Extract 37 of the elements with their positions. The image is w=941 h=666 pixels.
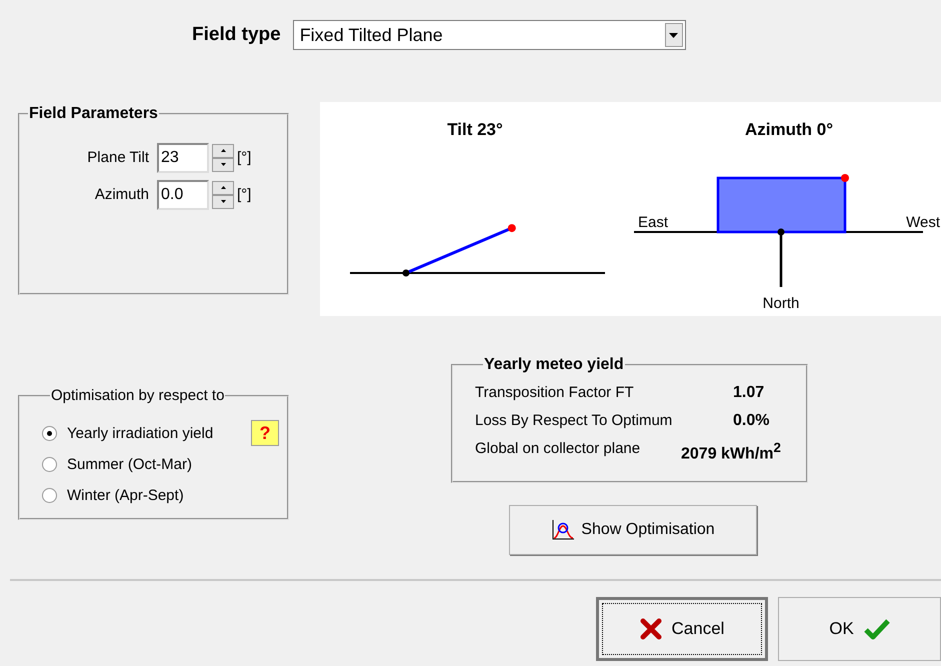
tilt-title: Tilt 23° bbox=[447, 120, 503, 139]
checkmark-icon bbox=[864, 618, 890, 640]
east-label: East bbox=[638, 214, 668, 231]
radio-button[interactable] bbox=[42, 426, 57, 441]
radio-option[interactable]: Yearly irradiation yield bbox=[42, 418, 232, 449]
parameter-label: Azimuth bbox=[94, 186, 150, 203]
group-title: Yearly meteo yield bbox=[483, 356, 625, 374]
field-type-label: Field type bbox=[192, 23, 281, 47]
spin-buttons[interactable] bbox=[212, 144, 234, 172]
north-label: North bbox=[762, 295, 800, 312]
yield-value: 0.0% bbox=[732, 412, 770, 430]
show-optimisation-button[interactable]: Show Optimisation bbox=[509, 505, 757, 555]
parameter-field[interactable]: 0.0 bbox=[157, 180, 209, 210]
radio-option[interactable]: Summer (Oct-Mar) bbox=[42, 449, 232, 480]
chart-icon bbox=[551, 519, 576, 541]
unit-label: [°] bbox=[237, 186, 252, 203]
group-title: Field Parameters bbox=[28, 105, 159, 123]
yield-label: Loss By Respect To Optimum bbox=[475, 412, 674, 430]
ok-button[interactable]: OK bbox=[778, 597, 941, 661]
group-title: Optimisation by respect to bbox=[50, 387, 226, 404]
yield-value: 2079 kWh/m$^{2}$ bbox=[681, 440, 782, 464]
parameter-field[interactable]: 23 bbox=[157, 142, 209, 172]
cross-icon bbox=[640, 618, 662, 640]
radio-button[interactable] bbox=[42, 488, 57, 503]
help-button[interactable]: ? bbox=[251, 420, 279, 446]
west-label: West bbox=[906, 214, 940, 231]
field-type-dropdown[interactable]: Fixed Tilted Plane bbox=[292, 20, 686, 50]
radio-option[interactable]: Winter (Apr-Sept) bbox=[42, 480, 232, 511]
spin-buttons[interactable] bbox=[212, 180, 234, 208]
azimuth-title: Azimuth 0° bbox=[744, 120, 834, 139]
cancel-button[interactable]: Cancel bbox=[596, 597, 768, 661]
parameter-label: Plane Tilt bbox=[86, 149, 150, 166]
unit-label: [°] bbox=[237, 149, 252, 166]
radio-button[interactable] bbox=[42, 457, 57, 472]
yield-label: Global on collector plane bbox=[475, 440, 642, 459]
yield-value: 1.07 bbox=[732, 384, 766, 402]
yield-label: Transposition Factor FT bbox=[475, 384, 635, 402]
